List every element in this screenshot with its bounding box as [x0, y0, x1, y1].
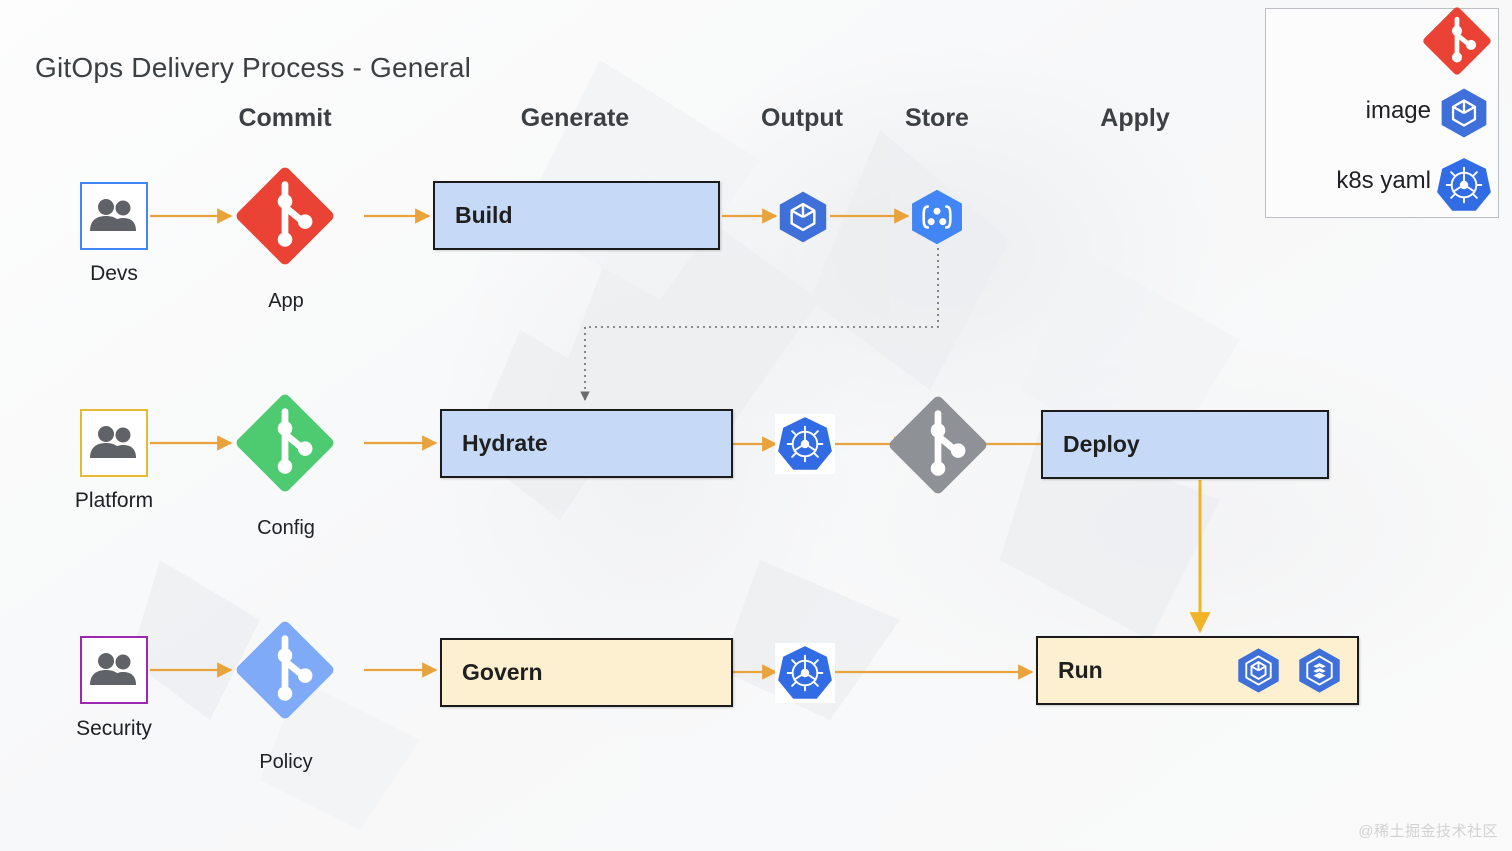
git-icon	[236, 621, 334, 719]
column-header-commit: Commit	[238, 104, 332, 132]
repo-label-app: App	[268, 290, 304, 312]
process-label-run: Run	[1058, 657, 1103, 683]
repo-config[interactable]	[229, 387, 341, 499]
process-label-build: Build	[455, 202, 513, 228]
actor-platform[interactable]	[80, 409, 148, 477]
column-header-generate: Generate	[520, 104, 630, 132]
image-hexagon-icon	[779, 191, 827, 243]
repo-gray-row2[interactable]	[882, 389, 994, 501]
legend-icon-image	[1438, 87, 1490, 144]
git-icon	[236, 394, 334, 492]
people-icon	[90, 426, 136, 458]
actor-security[interactable]	[80, 636, 148, 704]
actor-label-devs: Devs	[90, 262, 138, 285]
git-icon	[1423, 7, 1491, 75]
run-icon-group	[1235, 647, 1343, 694]
process-label-govern: Govern	[462, 659, 543, 685]
process-box-govern[interactable]: Govern	[440, 638, 733, 707]
git-icon	[236, 167, 334, 265]
repo-label-policy: Policy	[259, 751, 313, 773]
git-icon	[889, 396, 987, 494]
artifact-k8s-row2[interactable]	[775, 414, 835, 474]
kubernetes-icon	[1437, 158, 1491, 211]
artifact-registry-row1[interactable]	[908, 188, 966, 246]
column-header-apply: Apply	[1100, 104, 1170, 132]
process-label-deploy: Deploy	[1063, 431, 1140, 457]
column-header-output: Output	[761, 104, 843, 132]
repo-policy[interactable]	[229, 614, 341, 726]
process-box-build[interactable]: Build	[433, 181, 720, 250]
deployment-hexagon-icon[interactable]	[1296, 647, 1343, 694]
page-title: GitOps Delivery Process - General	[35, 52, 472, 83]
column-header-store: Store	[905, 104, 969, 132]
watermark: @稀土掘金技术社区	[1358, 823, 1498, 840]
kubernetes-icon	[778, 646, 832, 699]
legend-icon-k8s	[1436, 157, 1492, 218]
repo-label-config: Config	[257, 517, 315, 539]
actor-label-platform: Platform	[74, 489, 154, 512]
image-hexagon-icon	[1441, 88, 1487, 138]
container-registry-icon	[912, 189, 962, 245]
artifact-k8s-row3[interactable]	[775, 643, 835, 703]
people-icon	[90, 653, 136, 685]
legend-item-git	[1418, 2, 1496, 85]
legend-label-k8s-yaml: k8s yaml	[1336, 167, 1431, 194]
legend-label-image: image	[1365, 97, 1431, 124]
repo-app[interactable]	[229, 160, 341, 272]
diagram-canvas: GitOps Delivery Process - General Commit…	[0, 0, 1512, 851]
artifact-image-row1[interactable]	[776, 190, 830, 244]
legend-panel: image k8s yaml	[1265, 7, 1499, 218]
process-box-deploy[interactable]: Deploy	[1041, 410, 1329, 479]
pod-hexagon-icon[interactable]	[1235, 647, 1282, 694]
actor-devs[interactable]	[80, 182, 148, 250]
process-box-run[interactable]: Run	[1036, 636, 1359, 705]
process-label-hydrate: Hydrate	[462, 430, 548, 456]
people-icon	[90, 199, 136, 231]
process-box-hydrate[interactable]: Hydrate	[440, 409, 733, 478]
kubernetes-icon	[778, 417, 832, 470]
actor-label-security: Security	[76, 717, 152, 740]
